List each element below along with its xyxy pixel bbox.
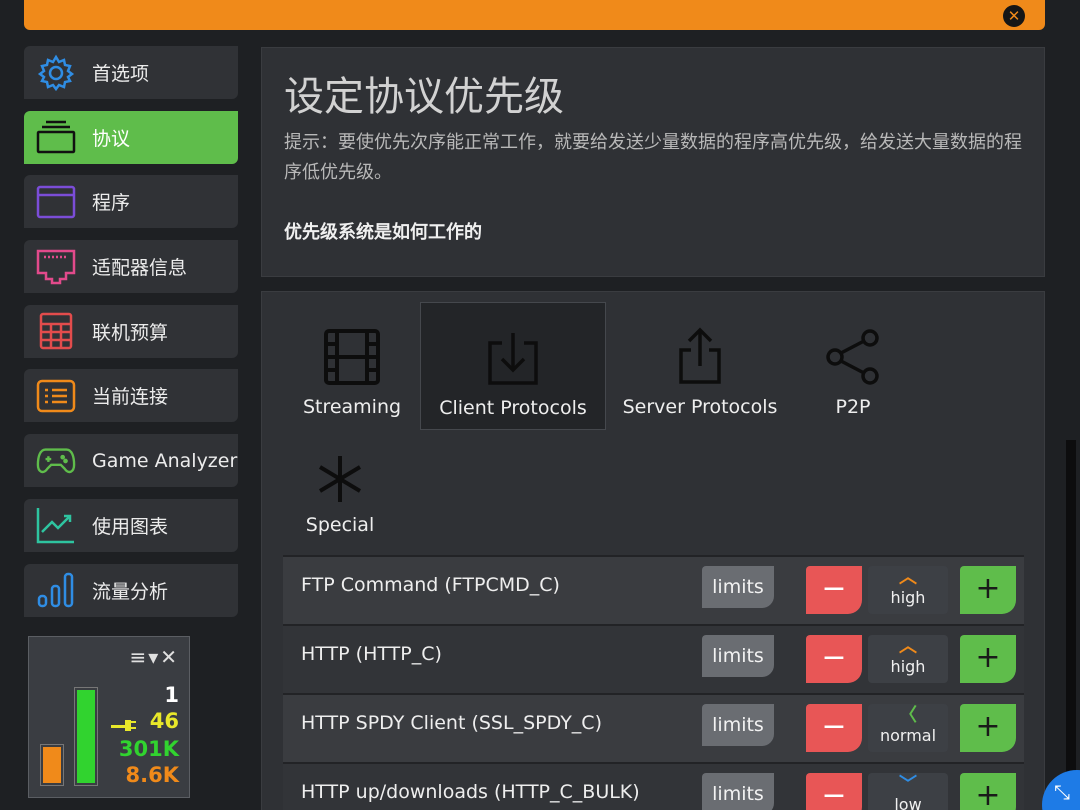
priority-label: high (890, 657, 926, 676)
bar-chart-icon (36, 570, 76, 610)
calculator-icon (36, 311, 76, 351)
limits-button[interactable]: limits (702, 566, 774, 608)
resize-icon: ⤡ (1054, 780, 1070, 804)
increase-priority-button[interactable]: + (960, 566, 1016, 614)
share-upload-icon (675, 306, 725, 386)
sidebar-item-game-analyzer[interactable]: Game Analyzer (24, 434, 238, 488)
top-banner: ✕ (24, 0, 1045, 30)
tab-server-protocols[interactable]: Server Protocols (622, 306, 778, 426)
tab-p2p[interactable]: P2P (818, 306, 888, 426)
table-row: HTTP SPDY Client (SSL_SPDY_C) limits − 〈… (283, 693, 1024, 762)
arrow-down-icon: ﹀ (899, 774, 917, 795)
line-chart-icon (36, 505, 76, 545)
sidebar-item-label: 程序 (92, 192, 131, 215)
meter-value-4: 8.6K (125, 763, 179, 787)
share-nodes-icon (823, 306, 883, 386)
ethernet-port-icon (36, 247, 76, 287)
layers-icon (36, 117, 76, 157)
tab-label: Streaming (302, 396, 402, 418)
arrow-up-icon: ︿ (899, 567, 917, 588)
protocol-list: FTP Command (FTPCMD_C) limits − ︿ high +… (283, 555, 1024, 810)
tab-streaming[interactable]: Streaming (302, 306, 402, 426)
priority-label: low (894, 795, 922, 810)
plug-icon (111, 715, 137, 735)
tab-label: Special (305, 514, 375, 536)
how-it-works-link[interactable]: 优先级系统是如何工作的 (284, 218, 482, 244)
sidebar-item-label: 协议 (92, 127, 131, 150)
tab-client-protocols[interactable]: Client Protocols (420, 302, 606, 430)
traffic-meter-widget[interactable]: ≡▾✕ 1 46 301K 8.6K (28, 636, 190, 798)
protocol-name: HTTP up/downloads (HTTP_C_BULK) (301, 781, 640, 803)
table-row: HTTP (HTTP_C) limits − ︿ high + (283, 624, 1024, 693)
header-panel: 设定协议优先级 提示：要使优先次序能正常工作，就要给发送少量数据的程序高优先级，… (261, 47, 1045, 277)
priority-label: normal (879, 726, 937, 745)
increase-priority-button[interactable]: + (960, 773, 1016, 810)
sidebar-item-label: 当前连接 (92, 386, 169, 409)
arrow-left-icon: 〈 (899, 705, 917, 726)
gear-icon (36, 53, 76, 93)
asterisk-icon (315, 442, 365, 504)
resize-corner-button[interactable]: ⤡ (1042, 770, 1080, 810)
meter-controls[interactable]: ≡▾✕ (129, 645, 179, 669)
protocols-panel: Streaming Client Protocols Server Protoc… (261, 291, 1045, 810)
priority-indicator: ︿ high (868, 635, 948, 683)
sidebar-item-adapter-info[interactable]: 适配器信息 (24, 240, 238, 294)
meter-value-2: 46 (149, 709, 179, 733)
sidebar-item-programs[interactable]: 程序 (24, 175, 238, 229)
priority-hint: 提示：要使优先次序能正常工作，就要给发送少量数据的程序高优先级，给发送大量数据的… (284, 132, 1022, 183)
sidebar-item-current-connections[interactable]: 当前连接 (24, 369, 238, 423)
increase-priority-button[interactable]: + (960, 635, 1016, 683)
meter-value-3: 301K (118, 737, 179, 761)
sidebar-item-label: Game Analyzer (92, 449, 238, 472)
protocol-name: HTTP SPDY Client (SSL_SPDY_C) (301, 712, 602, 734)
sidebar-item-label: 联机预算 (92, 321, 169, 344)
limits-button[interactable]: limits (702, 773, 774, 810)
protocol-name: HTTP (HTTP_C) (301, 643, 442, 665)
tab-special[interactable]: Special (300, 442, 380, 542)
close-icon[interactable]: ✕ (1003, 5, 1025, 27)
limits-button[interactable]: limits (702, 635, 774, 677)
arrow-up-icon: ︿ (899, 636, 917, 657)
page-title: 设定协议优先级 (284, 74, 564, 120)
limits-button[interactable]: limits (702, 704, 774, 746)
sidebar-item-label: 适配器信息 (92, 257, 188, 280)
protocol-name: FTP Command (FTPCMD_C) (301, 574, 560, 596)
sidebar-item-label: 首选项 (92, 63, 150, 85)
sidebar-item-label: 使用图表 (92, 515, 169, 538)
meter-bar-upload (40, 744, 64, 786)
sidebar-item-preferences[interactable]: 首选项 (24, 46, 238, 99)
tab-label: Server Protocols (622, 396, 778, 418)
film-icon (323, 306, 381, 386)
increase-priority-button[interactable]: + (960, 704, 1016, 752)
table-row: HTTP up/downloads (HTTP_C_BULK) limits −… (283, 762, 1024, 810)
tab-label: P2P (835, 396, 871, 418)
table-row: FTP Command (FTPCMD_C) limits − ︿ high + (283, 555, 1024, 624)
list-icon (36, 376, 76, 416)
sidebar-item-usage-charts[interactable]: 使用图表 (24, 498, 238, 552)
priority-indicator: 〈 normal (868, 704, 948, 752)
decrease-priority-button[interactable]: − (806, 704, 862, 752)
download-icon (484, 307, 542, 387)
sidebar-item-traffic-analysis[interactable]: 流量分析 (24, 563, 238, 617)
tab-label: Client Protocols (439, 397, 587, 419)
priority-label: high (890, 588, 926, 607)
sidebar-item-label: 流量分析 (92, 580, 169, 603)
scrollbar[interactable] (1066, 440, 1076, 810)
window-icon (36, 182, 76, 222)
priority-indicator: ︿ high (868, 566, 948, 614)
priority-indicator: ﹀ low (868, 773, 948, 810)
sidebar-item-online-budget[interactable]: 联机预算 (24, 304, 238, 358)
meter-value-1: 1 (164, 683, 179, 707)
decrease-priority-button[interactable]: − (806, 566, 862, 614)
sidebar-item-protocols[interactable]: 协议 (24, 110, 238, 164)
decrease-priority-button[interactable]: − (806, 773, 862, 810)
decrease-priority-button[interactable]: − (806, 635, 862, 683)
sidebar: 首选项 协议 程序 适配器信息 联机预算 当前连接 Game Analyzer … (24, 46, 238, 628)
gamepad-icon (36, 441, 76, 481)
meter-bar-download (74, 687, 98, 786)
